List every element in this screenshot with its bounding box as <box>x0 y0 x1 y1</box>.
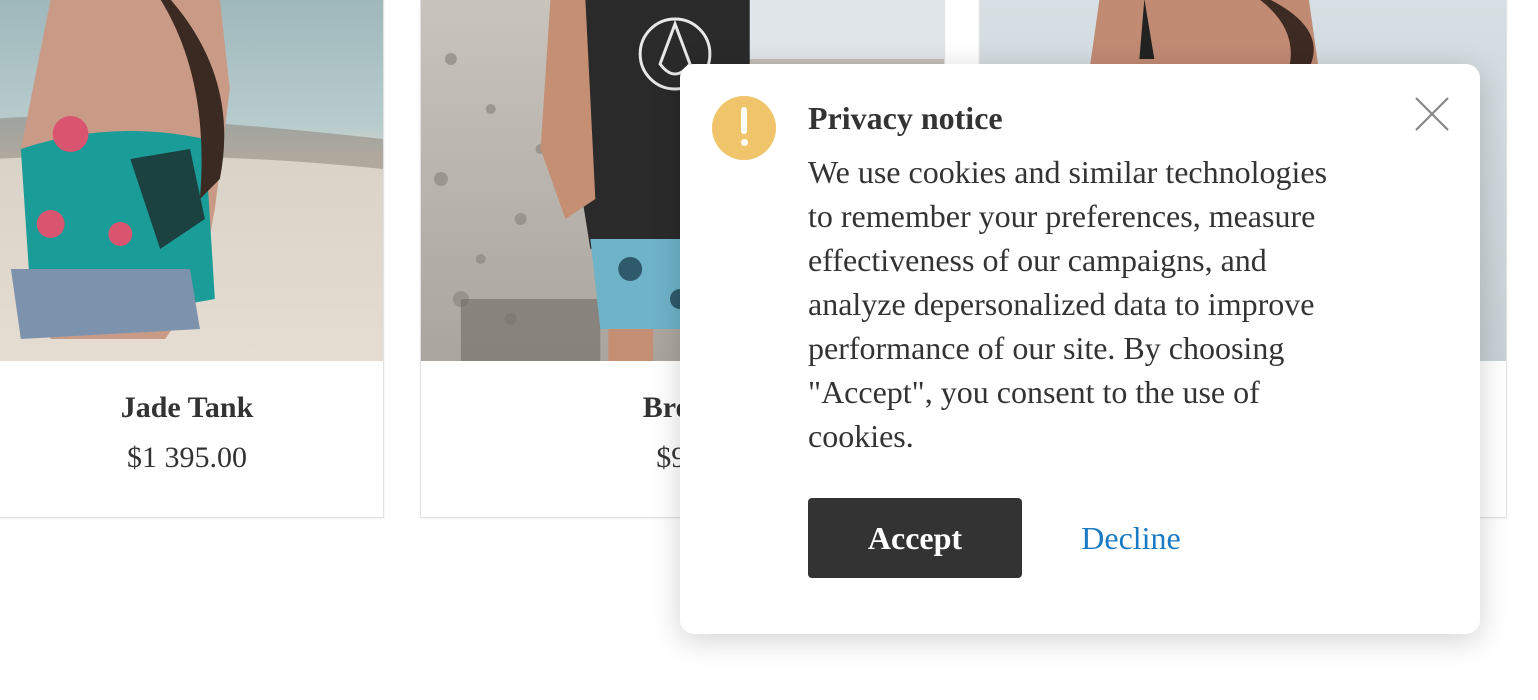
exclamation-warning-icon <box>712 96 776 160</box>
product-image[interactable] <box>0 0 383 361</box>
decline-button[interactable]: Decline <box>1060 498 1202 578</box>
privacy-notice-dialog: Privacy notice We use cookies and simila… <box>680 64 1480 634</box>
close-button[interactable] <box>1410 92 1454 136</box>
privacy-notice-body: We use cookies and similar technologies … <box>808 154 1328 454</box>
privacy-notice-title: Privacy notice <box>808 100 1003 136</box>
product-price: $1 395.00 <box>127 441 247 474</box>
close-icon[interactable] <box>1410 92 1454 136</box>
accept-button[interactable]: Accept <box>808 498 1022 578</box>
product-name[interactable]: Jade Tank <box>0 391 383 425</box>
product-card[interactable]: Jade Tank $1 395.00 <box>0 0 384 518</box>
